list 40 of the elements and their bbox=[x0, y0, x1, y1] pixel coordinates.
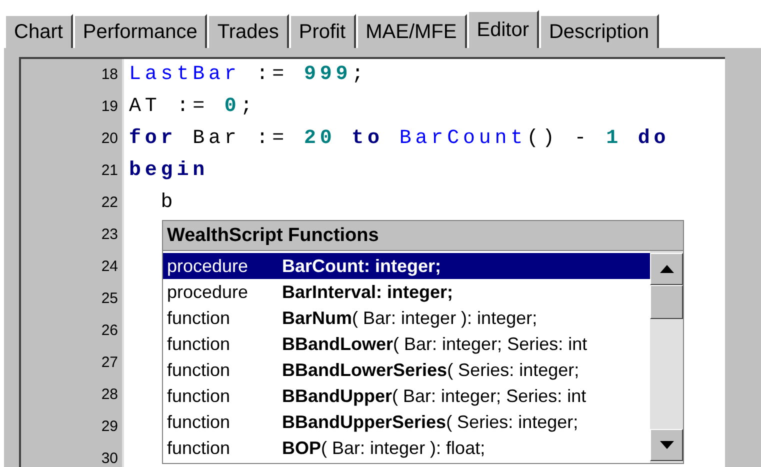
tab[interactable]: Editor bbox=[466, 10, 539, 48]
scroll-thumb[interactable] bbox=[650, 285, 683, 319]
completion-item[interactable]: function BarNum( Bar: integer ): integer; bbox=[163, 305, 650, 331]
line-number: 29 bbox=[101, 418, 118, 436]
line-number: 22 bbox=[101, 194, 118, 212]
completion-item[interactable]: procedure BarCount: integer; bbox=[163, 253, 650, 279]
line-number: 27 bbox=[101, 354, 118, 372]
down-arrow-icon bbox=[660, 441, 674, 449]
tab[interactable]: Trades bbox=[207, 14, 289, 48]
completion-item[interactable]: function BBandUpper( Bar: integer; Series: int bbox=[163, 383, 650, 409]
line-number: 24 bbox=[101, 258, 118, 276]
scroll-up-button[interactable] bbox=[650, 253, 683, 285]
code-line: AT := 0; bbox=[129, 95, 256, 119]
tab[interactable]: Profit bbox=[288, 14, 356, 48]
line-number: 20 bbox=[101, 130, 118, 148]
completion-item[interactable]: function BBandLower( Bar: integer; Series: int bbox=[163, 331, 650, 357]
code-line: LastBar := 999; bbox=[129, 63, 368, 87]
code-line: begin bbox=[129, 159, 209, 183]
tab[interactable]: Description bbox=[538, 14, 660, 48]
line-number: 18 bbox=[101, 66, 118, 84]
line-number: 23 bbox=[101, 226, 118, 244]
line-number: 19 bbox=[101, 98, 118, 116]
tab[interactable]: Chart bbox=[4, 14, 73, 48]
completion-item[interactable]: function BOP( Bar: integer ): float; bbox=[163, 435, 650, 461]
line-number: 25 bbox=[101, 290, 118, 308]
scrollbar[interactable] bbox=[650, 251, 683, 463]
tab[interactable]: Performance bbox=[72, 14, 208, 48]
up-arrow-icon bbox=[660, 265, 674, 273]
completion-item[interactable]: function BBandLowerSeries( Series: integer; bbox=[163, 357, 650, 383]
completion-item[interactable]: procedure BarInterval: integer; bbox=[163, 279, 650, 305]
line-number: 28 bbox=[101, 386, 118, 404]
line-number: 30 bbox=[101, 450, 118, 467]
tab[interactable]: MAE/MFE bbox=[356, 14, 467, 48]
line-number: 26 bbox=[101, 322, 118, 340]
completion-item[interactable]: function BBandUpperSeries( Series: integer; bbox=[163, 409, 650, 435]
popup-title: WealthScript Functions bbox=[163, 221, 683, 250]
code-line: b bbox=[160, 191, 177, 215]
line-number: 21 bbox=[101, 162, 118, 180]
scroll-down-button[interactable] bbox=[650, 429, 683, 461]
code-line: for Bar := 20 to BarCount() - 1 do bbox=[129, 127, 670, 151]
